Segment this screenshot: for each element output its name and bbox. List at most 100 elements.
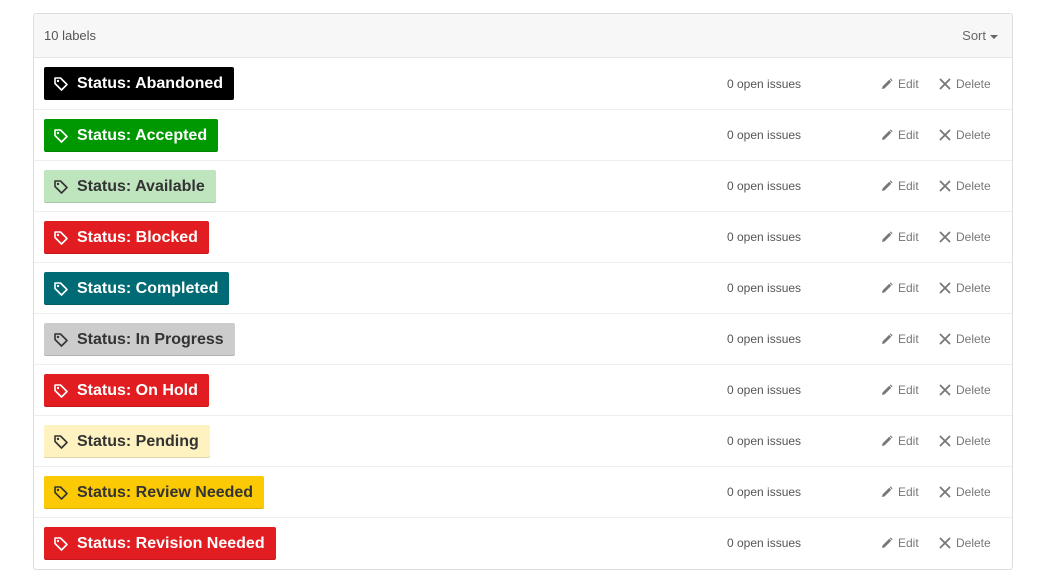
delete-label: Delete xyxy=(956,383,991,397)
pencil-icon xyxy=(881,486,893,498)
label-badge[interactable]: Status: Abandoned xyxy=(44,67,235,100)
open-issues-link[interactable]: 0 open issues xyxy=(727,536,801,550)
label-badge[interactable]: Status: Blocked xyxy=(44,221,209,254)
label-row: Status: Available 0 open issues Edit Del… xyxy=(34,160,1012,211)
label-badge[interactable]: Status: In Progress xyxy=(44,323,235,356)
x-icon xyxy=(939,333,951,345)
open-issues-link[interactable]: 0 open issues xyxy=(727,128,801,142)
label-badge[interactable]: Status: Pending xyxy=(44,425,210,458)
edit-label: Edit xyxy=(898,434,919,448)
edit-label: Edit xyxy=(898,383,919,397)
edit-button[interactable]: Edit xyxy=(881,128,919,142)
label-row: Status: Pending 0 open issues Edit Delet… xyxy=(34,415,1012,466)
delete-button[interactable]: Delete xyxy=(939,128,991,142)
tag-icon xyxy=(53,230,69,246)
open-issues-link[interactable]: 0 open issues xyxy=(727,332,801,346)
delete-label: Delete xyxy=(956,281,991,295)
label-row: Status: In Progress 0 open issues Edit D… xyxy=(34,313,1012,364)
delete-button[interactable]: Delete xyxy=(939,536,991,550)
label-badge[interactable]: Status: Accepted xyxy=(44,119,219,152)
label-badge[interactable]: Status: Review Needed xyxy=(44,476,265,509)
edit-button[interactable]: Edit xyxy=(881,179,919,193)
open-issues-link[interactable]: 0 open issues xyxy=(727,434,801,448)
edit-label: Edit xyxy=(898,76,919,91)
delete-button[interactable]: Delete xyxy=(939,434,991,448)
label-badge[interactable]: Status: Completed xyxy=(44,272,230,305)
edit-button[interactable]: Edit xyxy=(881,77,919,91)
label-name: Status: Blocked xyxy=(77,228,198,246)
label-name: Status: On Hold xyxy=(77,381,198,399)
label-row: Status: On Hold 0 open issues Edit Delet… xyxy=(34,364,1012,415)
label-badge[interactable]: Status: Revision Needed xyxy=(44,527,276,560)
edit-label: Edit xyxy=(898,230,919,244)
label-row: Status: Abandoned 0 open issues Edit Del… xyxy=(34,58,1012,109)
x-icon xyxy=(939,78,951,90)
label-name: Status: Accepted xyxy=(77,126,208,144)
label-name: Status: Available xyxy=(77,177,205,195)
edit-button[interactable]: Edit xyxy=(881,230,919,244)
label-row: Status: Accepted 0 open issues Edit Dele… xyxy=(34,109,1012,160)
pencil-icon xyxy=(881,180,893,192)
x-icon xyxy=(939,180,951,192)
delete-label: Delete xyxy=(956,76,991,91)
tag-icon xyxy=(53,332,69,348)
open-issues-link[interactable]: 0 open issues xyxy=(727,179,801,193)
edit-button[interactable]: Edit xyxy=(881,281,919,295)
label-name: Status: In Progress xyxy=(77,330,224,348)
delete-label: Delete xyxy=(956,536,991,550)
delete-button[interactable]: Delete xyxy=(939,77,991,91)
pencil-icon xyxy=(881,333,893,345)
open-issues-link[interactable]: 0 open issues xyxy=(727,77,801,91)
edit-label: Edit xyxy=(898,332,919,346)
label-badge[interactable]: Status: On Hold xyxy=(44,374,209,407)
open-issues-link[interactable]: 0 open issues xyxy=(727,281,801,295)
delete-button[interactable]: Delete xyxy=(939,281,991,295)
label-name: Status: Completed xyxy=(77,279,219,297)
tag-icon xyxy=(53,434,69,450)
edit-button[interactable]: Edit xyxy=(881,536,919,550)
delete-button[interactable]: Delete xyxy=(939,179,991,193)
tag-icon xyxy=(53,179,69,195)
pencil-icon xyxy=(881,435,893,447)
caret-down-icon xyxy=(990,34,998,39)
pencil-icon xyxy=(881,129,893,141)
delete-button[interactable]: Delete xyxy=(939,383,991,397)
delete-label: Delete xyxy=(956,485,991,499)
pencil-icon xyxy=(881,231,893,243)
open-issues-link[interactable]: 0 open issues xyxy=(727,230,801,244)
edit-button[interactable]: Edit xyxy=(881,485,919,499)
sort-label: Sort xyxy=(962,28,986,43)
pencil-icon xyxy=(881,282,893,294)
label-badge[interactable]: Status: Available xyxy=(44,170,216,203)
tag-icon xyxy=(53,128,69,144)
edit-button[interactable]: Edit xyxy=(881,332,919,346)
tag-icon xyxy=(53,76,69,92)
label-row: Status: Review Needed 0 open issues Edit… xyxy=(34,466,1012,517)
x-icon xyxy=(939,537,951,549)
tag-icon xyxy=(53,281,69,297)
label-name: Status: Review Needed xyxy=(77,483,254,501)
delete-label: Delete xyxy=(956,332,991,346)
edit-label: Edit xyxy=(898,485,919,499)
pencil-icon xyxy=(881,77,893,90)
sort-button[interactable]: Sort xyxy=(962,28,998,43)
labels-list: Status: Abandoned 0 open issues Edit Del… xyxy=(34,58,1012,568)
edit-label: Edit xyxy=(898,179,919,193)
delete-label: Delete xyxy=(956,230,991,244)
edit-button[interactable]: Edit xyxy=(881,383,919,397)
delete-button[interactable]: Delete xyxy=(939,485,991,499)
open-issues-link[interactable]: 0 open issues xyxy=(727,383,801,397)
labels-panel: 10 labels Sort Status: Abandoned 0 open … xyxy=(33,13,1013,570)
label-name: Status: Pending xyxy=(77,432,199,450)
tag-icon xyxy=(53,485,69,501)
tag-icon xyxy=(53,536,69,552)
label-name: Status: Revision Needed xyxy=(77,534,265,552)
delete-button[interactable]: Delete xyxy=(939,230,991,244)
labels-header: 10 labels Sort xyxy=(34,14,1012,58)
pencil-icon xyxy=(881,537,893,549)
open-issues-link[interactable]: 0 open issues xyxy=(727,485,801,499)
delete-button[interactable]: Delete xyxy=(939,332,991,346)
edit-button[interactable]: Edit xyxy=(881,434,919,448)
x-icon xyxy=(939,486,951,498)
edit-label: Edit xyxy=(898,128,919,142)
